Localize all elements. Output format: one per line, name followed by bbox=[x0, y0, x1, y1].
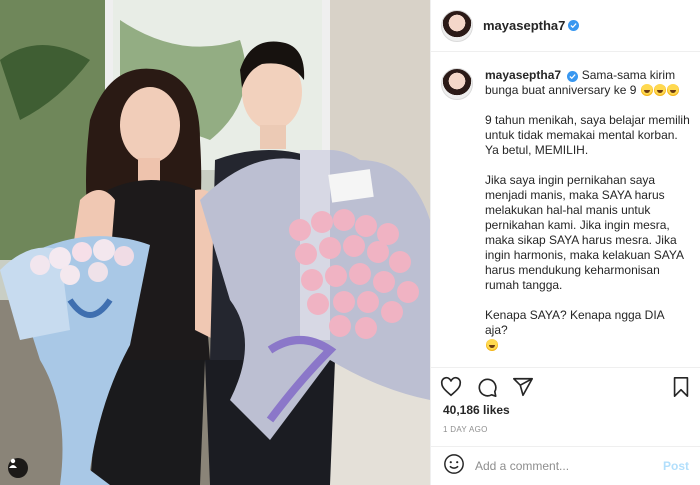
bookmark-icon[interactable] bbox=[669, 375, 693, 399]
laughing-emoji-icon bbox=[640, 84, 653, 96]
post-date[interactable]: 1 DAY AGO bbox=[443, 425, 488, 434]
caption-paragraph: Kenapa SAYA? Kenapa ngga DIA aja? bbox=[485, 308, 665, 337]
laughing-emoji-icon bbox=[653, 84, 666, 96]
user-tag-icon[interactable] bbox=[8, 458, 28, 478]
laughing-emoji-icon bbox=[666, 84, 679, 96]
photo-illustration bbox=[0, 0, 430, 485]
caption-paragraph: 9 tahun menikah, saya belajar memilih un… bbox=[485, 113, 690, 157]
comment-input[interactable] bbox=[475, 459, 663, 473]
post-header: mayaseptha7 bbox=[431, 0, 700, 52]
comment-icon[interactable] bbox=[475, 375, 499, 399]
verified-badge-icon bbox=[567, 71, 579, 82]
likes-count[interactable]: 40,186 likes bbox=[443, 403, 510, 417]
verified-badge-icon bbox=[568, 20, 580, 31]
heart-icon[interactable] bbox=[439, 375, 463, 399]
action-bar bbox=[431, 367, 700, 405]
post-comment-button[interactable]: Post bbox=[663, 459, 689, 473]
share-icon[interactable] bbox=[511, 375, 535, 399]
caption-avatar[interactable] bbox=[441, 68, 473, 100]
avatar[interactable] bbox=[441, 9, 473, 42]
comment-box: Post bbox=[431, 446, 700, 485]
caption-paragraph: Jika saya ingin pernikahan saya menjadi … bbox=[485, 173, 684, 292]
header-username[interactable]: mayaseptha7 bbox=[483, 18, 565, 33]
post-side-panel: mayaseptha7 mayaseptha7 Sama-sama kirim … bbox=[430, 0, 700, 485]
caption-area: mayaseptha7 Sama-sama kirim bunga buat a… bbox=[431, 52, 700, 366]
emoji-icon[interactable] bbox=[443, 453, 465, 480]
caption-username[interactable]: mayaseptha7 bbox=[485, 68, 561, 82]
caption: mayaseptha7 Sama-sama kirim bunga buat a… bbox=[485, 68, 690, 366]
laughing-emoji-icon bbox=[486, 339, 498, 351]
post-photo[interactable] bbox=[0, 0, 430, 485]
